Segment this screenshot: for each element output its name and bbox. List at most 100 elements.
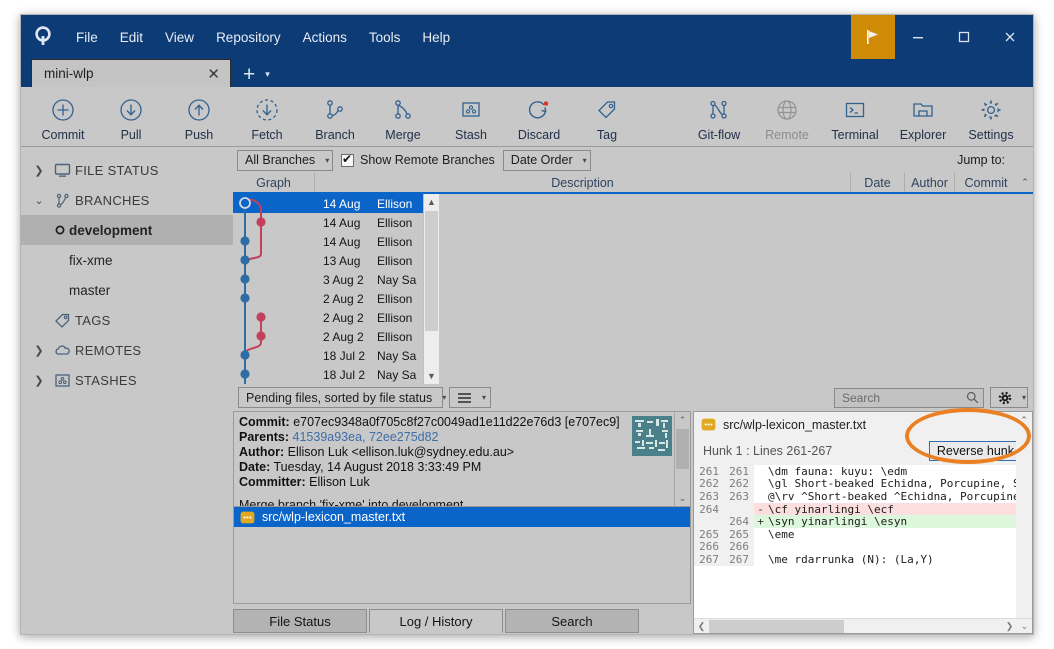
- commit-row[interactable]: Changed reversals in \me wirri*2* to sim…: [233, 327, 423, 346]
- menu-actions[interactable]: Actions: [292, 25, 358, 50]
- sidebar-item-tags[interactable]: TAGS: [21, 305, 233, 335]
- terminal-button[interactable]: Terminal: [821, 92, 889, 142]
- scrollbar-thumb[interactable]: [425, 211, 438, 331]
- menu-help[interactable]: Help: [411, 25, 461, 50]
- flag-icon[interactable]: [851, 15, 895, 59]
- gitflow-button[interactable]: Git-flow: [685, 92, 753, 142]
- commit-row[interactable]: Changed reversals in \me wirri*2* to sim…: [233, 289, 423, 308]
- menu-file[interactable]: File: [65, 25, 109, 50]
- search-input[interactable]: Search: [834, 388, 984, 408]
- hscroll-track[interactable]: [709, 620, 1002, 633]
- changed-file-list[interactable]: src/wlp-lexicon_master.txt: [233, 507, 691, 604]
- chevron-down-icon[interactable]: ⌄: [1017, 621, 1032, 632]
- minimize-icon[interactable]: [895, 15, 941, 59]
- repo-tab[interactable]: mini-wlp ✕: [31, 59, 231, 87]
- column-author[interactable]: Author: [905, 173, 955, 192]
- commit-list-scrollbar[interactable]: ▲ ▼: [423, 194, 439, 384]
- commit-row[interactable]: ⑂origin/master⑂origin/HEAD⑂masterRevert …: [233, 308, 423, 327]
- diff-line[interactable]: 264+\syn yinarlingi \esyn: [694, 515, 1032, 528]
- diff-line[interactable]: 261261\dm fauna: kuyu: \edm: [694, 465, 1032, 478]
- detail-scrollbar[interactable]: ⌃ ⌄: [674, 412, 690, 506]
- diff-line[interactable]: 265265\eme: [694, 528, 1032, 541]
- diff-line[interactable]: 264-\cf yinarlingi \ecf: [694, 503, 1032, 516]
- diff-line[interactable]: 267267\me rdarrunka (N): (La,Y): [694, 553, 1032, 566]
- remote-button[interactable]: Remote: [753, 92, 821, 142]
- diff-line[interactable]: 266266: [694, 541, 1032, 554]
- commit-row[interactable]: ⑂development⑂origin/developmentMerge bra…: [233, 194, 423, 213]
- sidebar-branch-development[interactable]: development: [21, 215, 233, 245]
- tab-search[interactable]: Search: [505, 609, 639, 633]
- diff-hscrollbar[interactable]: ❮ ❯ ⌄: [694, 618, 1032, 633]
- sidebar-item-file-status[interactable]: ❯ FILE STATUS: [21, 155, 233, 185]
- diff-lines[interactable]: 261261\dm fauna: kuyu: \edm262262\gl Sho…: [694, 465, 1032, 618]
- commit-button[interactable]: Commit: [29, 92, 97, 142]
- scrollbar-thumb[interactable]: [676, 429, 689, 469]
- commit-row[interactable]: ⑂fix-xmechanged \xme to \syn to simulate…: [233, 213, 423, 232]
- chevron-left-icon[interactable]: ❮: [694, 621, 709, 632]
- fetch-button[interactable]: Fetch: [233, 92, 301, 142]
- pull-button[interactable]: Pull: [97, 92, 165, 142]
- close-icon[interactable]: ✕: [203, 65, 224, 83]
- chevron-up-icon[interactable]: ⌃: [1016, 412, 1032, 428]
- close-icon[interactable]: [987, 15, 1033, 59]
- discard-button[interactable]: Discard: [505, 92, 573, 142]
- chevron-down-icon[interactable]: ⌄: [675, 490, 690, 506]
- hscroll-thumb[interactable]: [709, 620, 844, 633]
- chevron-down-icon[interactable]: ▾: [265, 69, 270, 87]
- tab-log-history[interactable]: Log / History: [369, 609, 503, 633]
- diff-file-header: src/wlp-lexicon_master.txt: [694, 412, 1032, 437]
- menu-view[interactable]: View: [154, 25, 205, 50]
- chevron-up-icon[interactable]: ⌃: [675, 412, 690, 428]
- sidebar-item-branches[interactable]: ⌄ BRANCHES: [21, 185, 233, 215]
- commit-row[interactable]: Completed pipeline18 Jul 2Nay Sa1994f66: [233, 365, 423, 384]
- chevron-up-icon[interactable]: ⌃: [1017, 173, 1033, 192]
- settings-dropdown[interactable]: ▾: [990, 387, 1028, 408]
- commit-detail[interactable]: Commit: e707ec9348a0f705c8f27c0049ad1e11…: [233, 411, 691, 507]
- commit-row[interactable]: Update deployment page with Bootstrap th…: [233, 346, 423, 365]
- list-view-dropdown[interactable]: ▾: [449, 387, 491, 408]
- reverse-hunk-button[interactable]: Reverse hunk: [929, 441, 1022, 461]
- show-remote-branches-checkbox[interactable]: Show Remote Branches: [341, 153, 495, 167]
- sidebar-item-remotes[interactable]: ❯ REMOTES: [21, 335, 233, 365]
- push-button[interactable]: Push: [165, 92, 233, 142]
- stash-button[interactable]: Stash: [437, 92, 505, 142]
- sidebar-branch-master[interactable]: master: [21, 275, 233, 305]
- order-filter-dropdown[interactable]: Date Order ▾: [503, 150, 591, 171]
- chevron-up-icon[interactable]: ▲: [424, 194, 439, 210]
- chevron-down-icon[interactable]: ⌄: [29, 194, 49, 207]
- branch-button[interactable]: Branch: [301, 92, 369, 142]
- chevron-down-icon[interactable]: ▼: [424, 368, 439, 384]
- branch-filter-dropdown[interactable]: All Branches ▾: [237, 150, 333, 171]
- menu-repository[interactable]: Repository: [205, 25, 292, 50]
- sidebar-branch-fix-xme[interactable]: fix-xme: [21, 245, 233, 275]
- file-list-item[interactable]: src/wlp-lexicon_master.txt: [234, 507, 690, 527]
- commit-list[interactable]: ⑂development⑂origin/developmentMerge bra…: [233, 194, 423, 384]
- merge-button[interactable]: Merge: [369, 92, 437, 142]
- tag-button[interactable]: Tag: [573, 92, 641, 142]
- column-commit[interactable]: Commit: [955, 173, 1017, 192]
- column-description[interactable]: Description: [315, 173, 851, 192]
- sidebar-label: TAGS: [75, 313, 111, 328]
- commit-row[interactable]: Cleaned up reversals in \gl and \rv line…: [233, 251, 423, 270]
- commit-row[interactable]: changed \xme to \cf to simulate a merge …: [233, 232, 423, 251]
- explorer-button[interactable]: Explorer: [889, 92, 957, 142]
- menu-tools[interactable]: Tools: [358, 25, 412, 50]
- sidebar-item-stashes[interactable]: ❯ STASHES: [21, 365, 233, 395]
- diff-vscrollbar[interactable]: ⌃: [1016, 412, 1032, 618]
- parents-value[interactable]: 41539a93ea, 72ee275d82: [293, 430, 439, 444]
- chevron-right-icon[interactable]: ❯: [29, 344, 49, 357]
- chevron-right-icon[interactable]: ❯: [29, 164, 49, 177]
- diff-line[interactable]: 262262\gl Short-beaked Echidna, Porcupin…: [694, 478, 1032, 491]
- chevron-right-icon[interactable]: ❯: [29, 374, 49, 387]
- column-graph[interactable]: Graph: [233, 173, 315, 192]
- settings-button[interactable]: Settings: [957, 92, 1025, 142]
- plus-icon[interactable]: +: [231, 64, 265, 87]
- chevron-right-icon[interactable]: ❯: [1002, 621, 1017, 632]
- pending-sort-dropdown[interactable]: Pending files, sorted by file status ▾: [238, 387, 443, 408]
- maximize-icon[interactable]: [941, 15, 987, 59]
- menu-edit[interactable]: Edit: [109, 25, 154, 50]
- diff-line[interactable]: 263263@\rv ^Short-beaked ^Echidna, Porcu…: [694, 490, 1032, 503]
- column-date[interactable]: Date: [851, 173, 905, 192]
- commit-row[interactable]: Update README.md3 Aug 2Nay Sae2fd195: [233, 270, 423, 289]
- tab-file-status[interactable]: File Status: [233, 609, 367, 633]
